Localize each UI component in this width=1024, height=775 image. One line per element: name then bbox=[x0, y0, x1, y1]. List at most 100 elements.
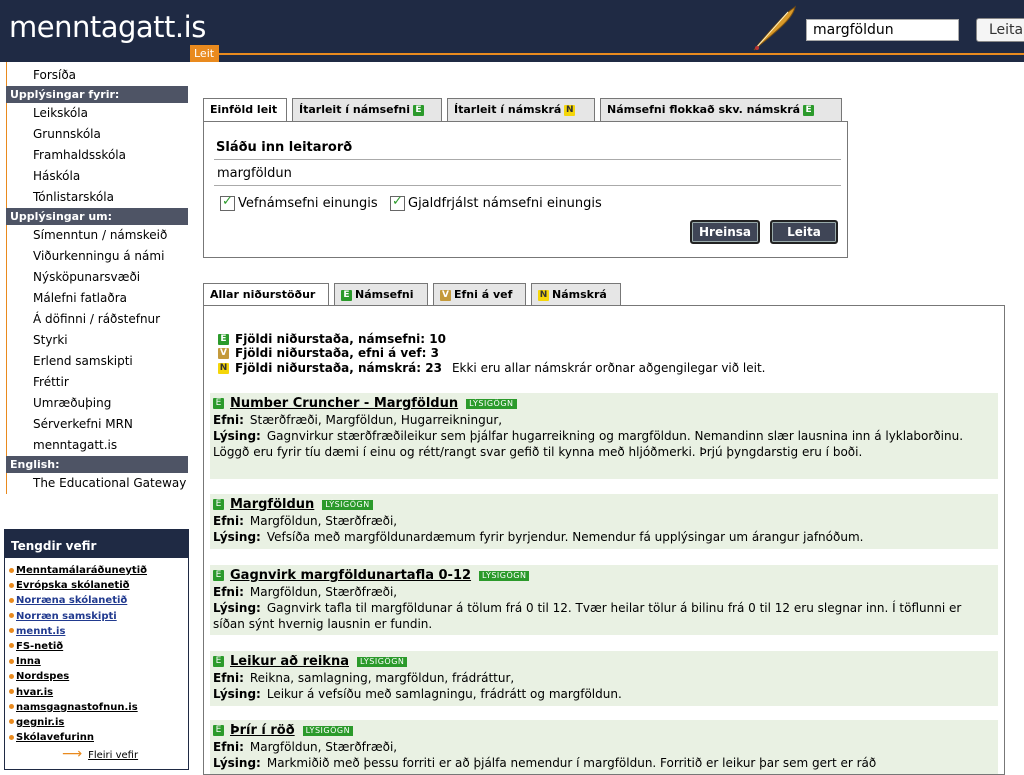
related-link[interactable]: hvar.is bbox=[16, 687, 53, 698]
metadata-tag[interactable]: LÝSIGÖGN bbox=[479, 570, 530, 581]
bullet-icon bbox=[9, 567, 14, 573]
result-item: E Number Cruncher - Margföldun LÝSIGÖGN Ef… bbox=[210, 393, 998, 479]
tab-label: Námskrá bbox=[552, 288, 607, 301]
header-search-input[interactable] bbox=[806, 19, 959, 41]
sidebar-item-framhaldsskola[interactable]: Framhaldsskóla bbox=[6, 145, 188, 166]
clear-button[interactable]: Hreinsa bbox=[690, 220, 760, 244]
search-button[interactable]: Leita bbox=[770, 220, 838, 244]
result-efni: Margföldun, Stærðfræði, bbox=[249, 514, 398, 528]
namsefni-badge-icon: E bbox=[803, 104, 815, 116]
bullet-icon bbox=[9, 658, 14, 664]
sidebar-item-erlend-samskipti[interactable]: Erlend samskipti bbox=[6, 351, 188, 372]
bullet-icon bbox=[9, 582, 14, 588]
sidebar-item-simenntun[interactable]: Símenntun / námskeið bbox=[6, 225, 188, 246]
result-title-link[interactable]: Margföldun bbox=[230, 497, 314, 512]
bullet-icon bbox=[9, 628, 14, 634]
related-link[interactable]: Nordspes bbox=[16, 671, 69, 682]
list-item: namsgagnastofnun.is bbox=[5, 700, 188, 715]
related-link[interactable]: namsgagnastofnun.is bbox=[16, 702, 138, 713]
namsefni-badge-icon: E bbox=[218, 334, 229, 345]
sidebar-item-serverkefni[interactable]: Sérverkefni MRN bbox=[6, 414, 188, 435]
count-text: Fjöldi niðurstaða, námskrá: 23 bbox=[235, 361, 442, 375]
scrollbar[interactable] bbox=[1018, 62, 1024, 768]
sidebar-item-umraeduthing[interactable]: Umræðuþing bbox=[6, 393, 188, 414]
related-link[interactable]: Norræna skólanetið bbox=[16, 595, 127, 606]
tab-label: Ítarleit í námsefni bbox=[299, 103, 410, 116]
efni-label: Efni: bbox=[213, 514, 244, 528]
tab-einfold-leit[interactable]: Einföld leit bbox=[203, 98, 287, 123]
result-lysing: Gagnvirkur stærðfræðileikur sem þjálfar … bbox=[213, 429, 964, 459]
related-link[interactable]: Inna bbox=[16, 656, 41, 667]
checkbox-label: Gjaldfrjálst námsefni einungis bbox=[408, 196, 602, 211]
checkbox-icon[interactable] bbox=[220, 194, 235, 211]
result-item: E Margföldun LÝSIGÖGN Efni: Margföldun, Stæ… bbox=[210, 494, 998, 549]
result-title-link[interactable]: Þrír í röð bbox=[230, 723, 295, 738]
efni-label: Efni: bbox=[213, 740, 244, 754]
tab-namsefni[interactable]: E Námsefni bbox=[334, 283, 428, 306]
lysing-label: Lýsing: bbox=[213, 601, 261, 615]
list-item: Norræna skólanetið bbox=[5, 593, 188, 608]
result-title-link[interactable]: Number Cruncher - Margföldun bbox=[230, 396, 458, 411]
related-link[interactable]: gegnir.is bbox=[16, 717, 64, 728]
bullet-icon bbox=[9, 643, 14, 649]
result-lysing: Leikur á vefsíðu með samlagningu, frádrá… bbox=[266, 687, 622, 701]
related-link[interactable]: FS-netið bbox=[16, 641, 63, 652]
related-link[interactable]: mennt.is bbox=[16, 626, 65, 637]
count-text: Fjöldi niðurstaða, efni á vef: 3 bbox=[235, 346, 439, 360]
related-link[interactable]: Evrópska skólanetið bbox=[16, 580, 130, 591]
metadata-tag[interactable]: LÝSIGÖGN bbox=[322, 499, 373, 510]
sidebar-item-educational-gateway[interactable]: The Educational Gateway bbox=[6, 473, 188, 494]
related-link[interactable]: Skólavefurinn bbox=[16, 732, 94, 743]
list-item: mennt.is bbox=[5, 624, 188, 639]
lysing-label: Lýsing: bbox=[213, 429, 261, 443]
bullet-icon bbox=[9, 734, 14, 740]
result-efni: Stærðfræði, Margföldun, Hugarreikningur, bbox=[249, 413, 503, 427]
checkbox-icon[interactable] bbox=[390, 194, 405, 211]
list-item: Menntamálaráðuneytið bbox=[5, 563, 188, 578]
tab-itarleit-namskra[interactable]: Ítarleit í námskrá N bbox=[447, 98, 595, 121]
tab-efni-a-vef[interactable]: V Efni á vef bbox=[433, 283, 526, 306]
related-link[interactable]: Norræn samskipti bbox=[16, 611, 117, 622]
result-title-link[interactable]: Gagnvirk margföldunartafla 0-12 bbox=[230, 568, 471, 583]
list-item: gegnir.is bbox=[5, 715, 188, 730]
tab-namskra[interactable]: N Námskrá bbox=[531, 283, 621, 306]
metadata-tag[interactable]: LÝSIGÖGN bbox=[466, 398, 517, 409]
namsefni-badge-icon: E bbox=[213, 499, 224, 510]
sidebar-item-menntagatt[interactable]: menntagatt.is bbox=[6, 435, 188, 456]
site-logo[interactable]: menntagatt.is bbox=[9, 10, 206, 44]
sidebar-item-frettir[interactable]: Fréttir bbox=[6, 372, 188, 393]
header-search-button[interactable]: Leita bbox=[976, 18, 1024, 42]
count-text: Fjöldi niðurstaða, námsefni: 10 bbox=[235, 332, 446, 346]
sidebar-item-nyskopun[interactable]: Nýsköpunarsvæði bbox=[6, 267, 188, 288]
sidebar: Forsíða Upplýsingar fyrir: Leikskóla Gru… bbox=[6, 62, 188, 494]
list-item: FS-netið bbox=[5, 639, 188, 654]
sidebar-item-styrki[interactable]: Styrki bbox=[6, 330, 188, 351]
metadata-tag[interactable]: LÝSIGÖGN bbox=[302, 725, 354, 736]
more-sites-link[interactable]: Fleiri vefir bbox=[88, 750, 138, 761]
sidebar-item-malefni-fatladra[interactable]: Málefni fatlaðra bbox=[6, 288, 188, 309]
tab-itarleit-namsefni[interactable]: Ítarleit í námsefni E bbox=[292, 98, 442, 121]
list-item: hvar.is bbox=[5, 685, 188, 700]
tab-allar-nidurstodur[interactable]: Allar niðurstöður bbox=[203, 283, 329, 307]
count-namsefni: E Fjöldi niðurstaða, námsefni: 10 bbox=[218, 332, 446, 346]
sidebar-item-leikskola[interactable]: Leikskóla bbox=[6, 103, 188, 124]
sidebar-item-haskola[interactable]: Háskóla bbox=[6, 166, 188, 187]
checkbox-vefnamsefni[interactable]: Vefnámsefni einungis bbox=[220, 194, 378, 211]
tab-namsefni-flokkad[interactable]: Námsefni flokkað skv. námskrá E bbox=[600, 98, 842, 121]
count-efni-a-vef: V Fjöldi niðurstaða, efni á vef: 3 bbox=[218, 346, 439, 360]
sidebar-item-grunnskola[interactable]: Grunnskóla bbox=[6, 124, 188, 145]
search-input[interactable] bbox=[214, 162, 841, 186]
bullet-icon bbox=[9, 689, 14, 694]
sidebar-item-tonlistarskola[interactable]: Tónlistarskóla bbox=[6, 187, 188, 208]
metadata-tag[interactable]: LÝSIGÖGN bbox=[356, 656, 408, 667]
result-title-link[interactable]: Leikur að reikna bbox=[230, 654, 349, 669]
efni-label: Efni: bbox=[213, 671, 244, 685]
checkbox-gjaldfrjalst[interactable]: Gjaldfrjálst námsefni einungis bbox=[390, 194, 602, 211]
vefur-badge-icon: V bbox=[440, 289, 451, 301]
count-note: Ekki eru allar námskrár orðnar aðgengile… bbox=[451, 361, 766, 375]
sidebar-item-vidurkenning[interactable]: Viðurkenningu á námi bbox=[6, 246, 188, 267]
related-link[interactable]: Menntamálaráðuneytið bbox=[16, 565, 147, 576]
sidebar-item-forsida[interactable]: Forsíða bbox=[6, 62, 188, 86]
result-item: E Leikur að reikna LÝSIGÖGN Efni: Reikna, s… bbox=[210, 651, 998, 706]
sidebar-item-a-dofinni[interactable]: Á döfinni / ráðstefnur bbox=[6, 309, 188, 330]
